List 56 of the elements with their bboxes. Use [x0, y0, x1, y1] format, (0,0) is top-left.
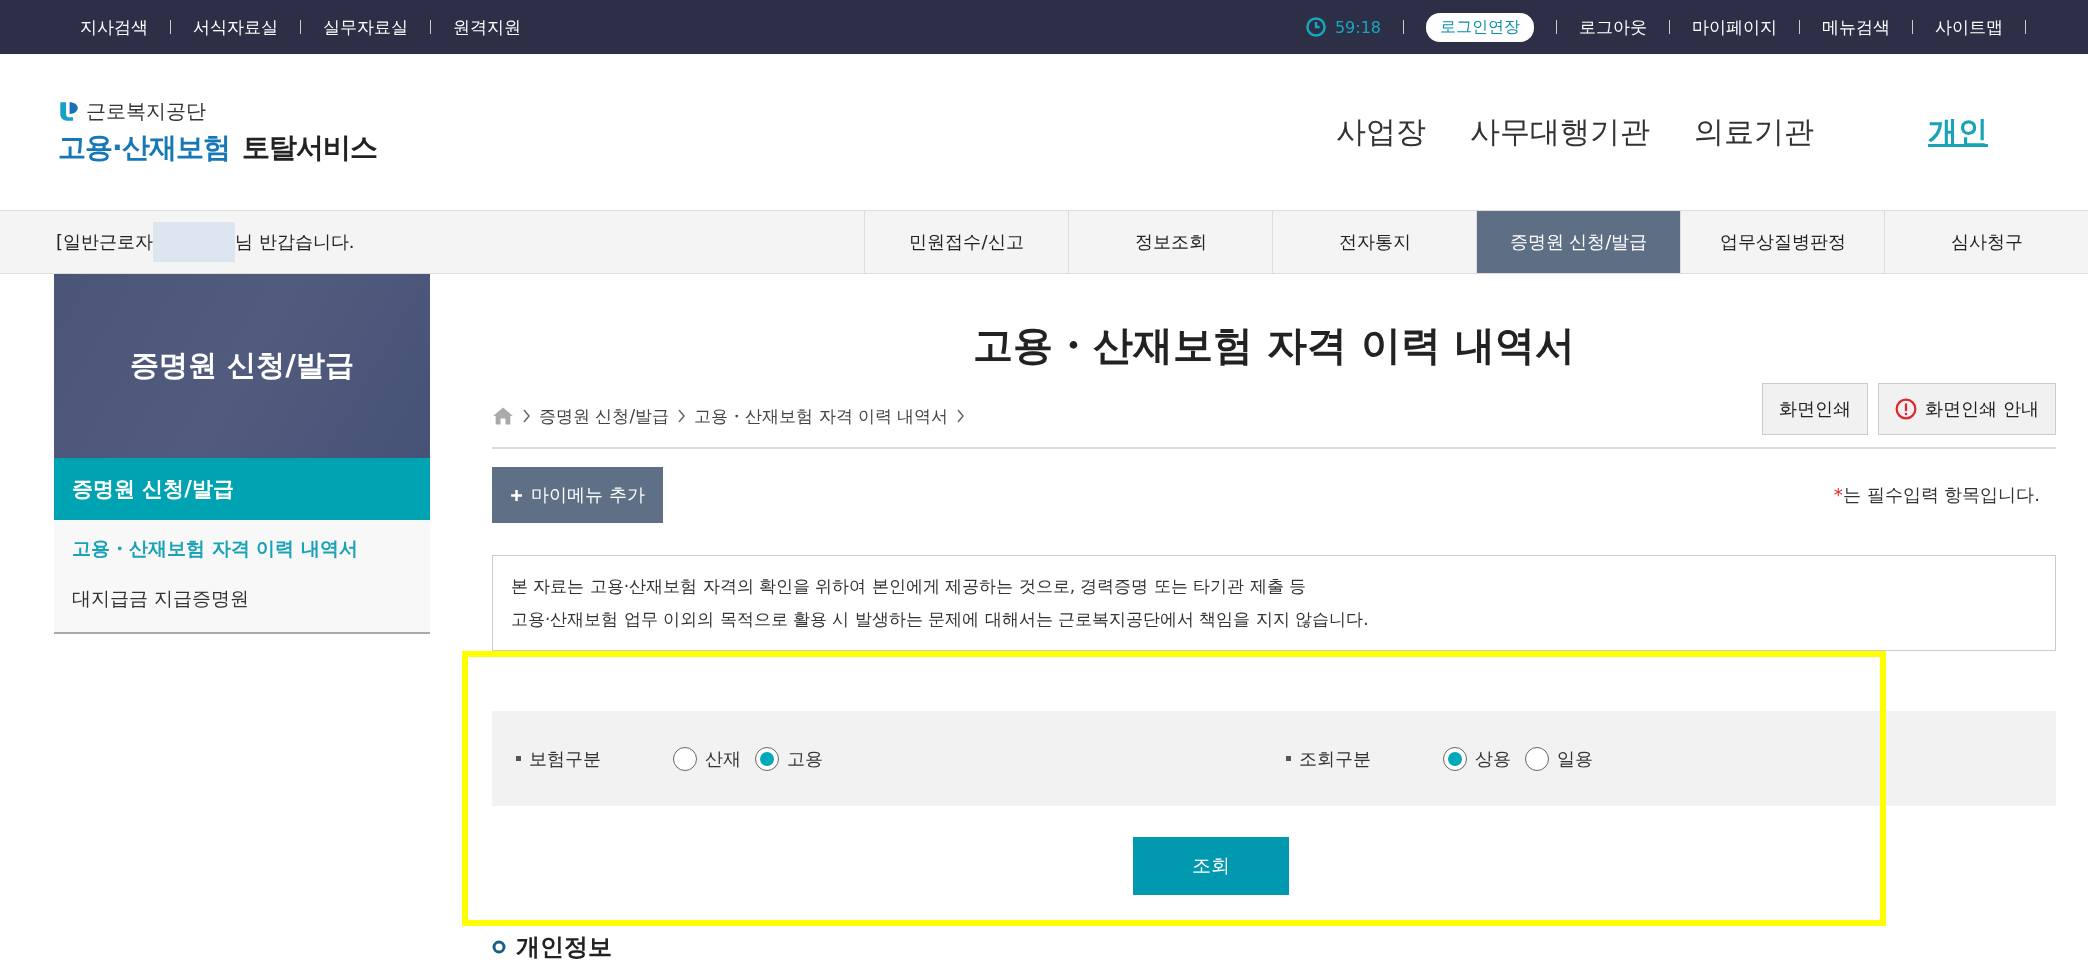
radio-button[interactable]: [1443, 746, 1467, 771]
plus-icon: [510, 488, 523, 502]
chevron-icon: [522, 409, 531, 423]
top-link[interactable]: 원격지원: [453, 15, 521, 39]
organization-name: 근로복지공단: [86, 97, 206, 125]
required-note: *는 필수입력 항목입니다.: [1833, 483, 2041, 507]
chevron-icon: [956, 409, 966, 423]
field-label: 조회구분: [1299, 746, 1372, 771]
top-link[interactable]: 마이페이지: [1692, 15, 1777, 39]
top-link[interactable]: 서식자료실: [193, 15, 278, 39]
radio-label[interactable]: 상용: [1475, 746, 1511, 771]
bullet-icon: [516, 756, 521, 761]
radio-label[interactable]: 산재: [705, 746, 741, 771]
radio-button[interactable]: [673, 746, 697, 771]
chevron-icon: [677, 409, 687, 423]
bullet-icon: [1286, 756, 1291, 761]
field-label: 보험구분: [529, 746, 602, 771]
logo-mark-icon: [58, 100, 80, 122]
page-title: 고용・산재보험 자격 이력 내역서: [972, 321, 1576, 370]
service-subtitle: 토탈서비스: [241, 129, 377, 166]
sidebar-title: 증명원 신청/발급: [130, 347, 354, 384]
breadcrumb-link[interactable]: 증명원 신청/발급: [539, 404, 670, 428]
home-icon: [492, 405, 514, 427]
menu-tab[interactable]: 증명원 신청/발급: [1476, 211, 1680, 273]
service-name: 고용·산재보험: [58, 129, 230, 166]
notice-text: 고용·산재보험 업무 이외의 목적으로 활용 시 발생하는 문제에 대해서는 근로복지공단에서 책임을 지지 않습니다.: [511, 608, 1370, 631]
menu-tab[interactable]: 심사청구: [1884, 211, 2088, 273]
radio-label[interactable]: 일용: [1557, 746, 1593, 771]
session-timer: 59:18: [1334, 17, 1381, 37]
clock-icon: [1304, 16, 1327, 38]
main-nav-item[interactable]: 사무대행기관: [1470, 111, 1650, 153]
greeting-text: [일반근로자: [56, 230, 154, 254]
top-link[interactable]: 메뉴검색: [1822, 15, 1890, 39]
login-extend-button[interactable]: 로그인연장: [1426, 12, 1534, 42]
notice-text: 본 자료는 고용·산재보험 자격의 확인을 위하여 본인에게 제공하는 것으로, 경력증명 또는 타기관 제출 등: [511, 575, 1308, 598]
top-link[interactable]: 실무자료실: [323, 15, 408, 39]
greeting-text: 님 반갑습니다.: [235, 230, 355, 254]
sidebar-item[interactable]: 대지급금 지급증명원: [54, 574, 430, 624]
ring-icon: [492, 940, 506, 954]
radio-button[interactable]: [755, 746, 779, 771]
alert-icon: [1895, 398, 1918, 420]
menu-tab[interactable]: 정보조회: [1068, 211, 1272, 273]
print-button[interactable]: 화면인쇄: [1762, 383, 1869, 435]
radio-button[interactable]: [1525, 746, 1549, 771]
main-nav-item[interactable]: 사업장: [1336, 111, 1426, 153]
top-link[interactable]: 로그아웃: [1579, 15, 1647, 39]
section-heading: 개인정보: [516, 932, 612, 963]
main-nav-item[interactable]: 의료기관: [1694, 111, 1814, 153]
radio-label[interactable]: 고용: [787, 746, 823, 771]
menu-tab[interactable]: 민원접수/신고: [864, 211, 1068, 273]
top-link[interactable]: 지사검색: [80, 15, 148, 39]
breadcrumb-link[interactable]: 고용・산재보험 자격 이력 내역서: [694, 404, 949, 428]
add-my-menu-button[interactable]: 마이메뉴 추가: [492, 467, 663, 523]
top-link[interactable]: 사이트맵: [1935, 15, 2003, 39]
print-guide-button[interactable]: 화면인쇄 안내: [1878, 383, 2056, 435]
menu-tab[interactable]: 업무상질병판정: [1680, 211, 1884, 273]
